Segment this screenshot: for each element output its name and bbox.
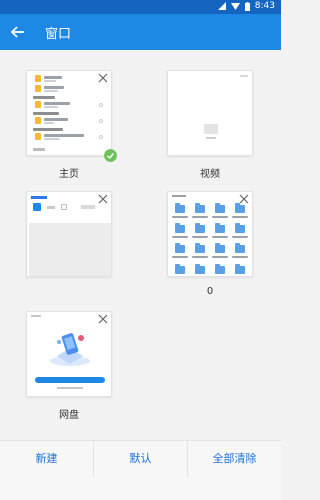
status-bar: 8:43 — [0, 0, 281, 14]
window-thumbnail[interactable] — [167, 191, 253, 277]
page-text — [47, 206, 55, 209]
folder-icon — [215, 243, 225, 253]
file-row — [33, 117, 105, 126]
folder-icon — [235, 264, 245, 274]
window-thumbnail[interactable] — [26, 311, 112, 397]
window-label: 视频 — [200, 169, 220, 180]
section-header — [33, 96, 55, 99]
status-time: 8:43 — [254, 1, 275, 11]
file-row — [33, 85, 105, 94]
cloud-illustration-icon — [50, 333, 90, 366]
page-content-area — [29, 223, 111, 276]
folder-icon — [215, 223, 225, 233]
folder-icon — [215, 264, 225, 274]
window-label: 网盘 — [59, 410, 79, 421]
close-icon[interactable] — [97, 193, 109, 205]
folder-icon — [175, 243, 185, 253]
file-row — [33, 75, 105, 84]
video-placeholder-icon — [204, 124, 218, 134]
battery-icon — [244, 1, 250, 11]
arrow-left-icon[interactable] — [8, 22, 28, 42]
folder-icon — [175, 264, 185, 274]
file-row — [33, 133, 105, 142]
bottom-action-bar: 新建 默认 全部清除 — [0, 440, 281, 500]
check-icon — [104, 149, 117, 162]
page-header-bar — [31, 315, 41, 317]
section-footer — [33, 148, 45, 151]
window-tile-folders[interactable]: 0 — [167, 191, 287, 297]
signal-icon — [217, 2, 226, 10]
folder-icon — [235, 223, 245, 233]
file-row — [33, 101, 105, 110]
page-title: 窗口 — [45, 27, 72, 42]
folder-icon — [195, 264, 205, 274]
folder-icon — [235, 243, 245, 253]
folder-icon — [235, 203, 245, 213]
folder-icon — [175, 223, 185, 233]
status-icons: 8:43 — [217, 1, 275, 11]
wifi-icon — [230, 3, 240, 10]
thumb-mark — [240, 75, 248, 77]
page-text — [81, 205, 95, 209]
section-header — [33, 128, 63, 131]
page-header-bar — [31, 196, 47, 199]
window-thumbnail[interactable] — [26, 191, 112, 277]
close-icon[interactable] — [97, 313, 109, 325]
window-thumbnail[interactable] — [26, 70, 112, 156]
page-icon — [61, 204, 67, 210]
default-button[interactable]: 默认 — [94, 441, 187, 477]
folder-icon — [215, 203, 225, 213]
clear-all-button[interactable]: 全部清除 — [188, 441, 281, 477]
window-label: 0 — [206, 286, 214, 297]
windows-grid: 主页 视频 0 网盘 — [0, 50, 281, 440]
window-label: 主页 — [59, 169, 79, 180]
window-tile-home[interactable]: 主页 — [26, 70, 146, 180]
app-icon — [33, 203, 41, 211]
window-tile-cloud-drive[interactable]: 网盘 — [26, 311, 146, 421]
folder-icon — [195, 223, 205, 233]
folder-icon — [175, 203, 185, 213]
login-button — [35, 377, 105, 383]
app-bar: 窗口 — [0, 14, 281, 50]
folder-icon — [195, 243, 205, 253]
hint-text — [57, 387, 83, 389]
window-tile-webpage[interactable] — [26, 191, 146, 277]
empty-text — [206, 137, 216, 139]
new-window-button[interactable]: 新建 — [0, 441, 93, 477]
window-tile-video[interactable]: 视频 — [167, 70, 287, 180]
window-thumbnail[interactable] — [167, 70, 253, 156]
section-header — [33, 112, 59, 115]
folder-icon — [195, 203, 205, 213]
path-bar — [172, 195, 186, 197]
